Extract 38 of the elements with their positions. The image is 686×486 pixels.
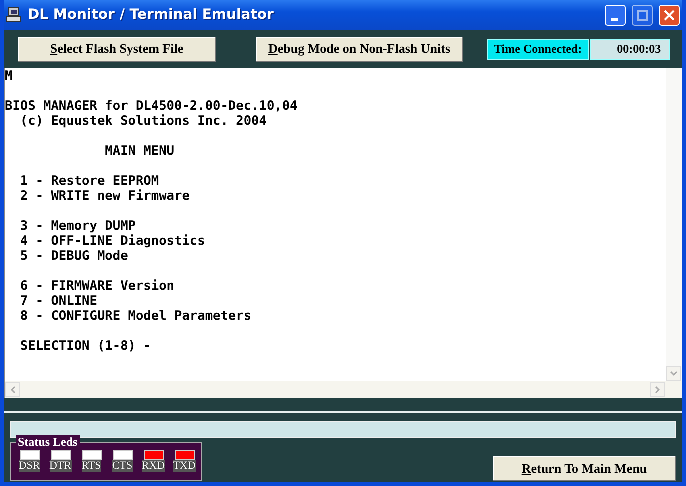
- terminal-line: 6 - FIRMWARE Version: [19, 279, 174, 294]
- led-label: CTS: [112, 460, 133, 472]
- led-label: RTS: [82, 460, 102, 472]
- terminal-line: 8 - CONFIGURE Model Parameters: [19, 309, 252, 324]
- toolbar-button[interactable]: Select Flash System File: [18, 36, 216, 62]
- terminal-line: 7 - ONLINE: [19, 294, 98, 309]
- time-label: Time Connected:: [487, 38, 590, 60]
- terminal-line: MAIN MENU: [104, 144, 174, 159]
- led-label: TXD: [173, 460, 196, 472]
- scroll-right-button[interactable]: [650, 382, 665, 397]
- terminal-line: 1 - Restore EEPROM: [19, 174, 160, 189]
- terminal-line: 5 - DEBUG Mode: [19, 249, 128, 264]
- return-button[interactable]: Return To Main Menu: [493, 456, 676, 481]
- caret-down-icon: [670, 370, 678, 376]
- time-value: 00:00:03: [590, 38, 670, 60]
- terminal-line: BIOS MANAGER for DL4500-2.00-Dec.10,04: [5, 99, 298, 114]
- scroll-down-button[interactable]: [666, 366, 681, 381]
- computer-icon: [6, 7, 22, 23]
- window-title: DL Monitor / Terminal Emulator: [28, 7, 275, 23]
- close-icon: [664, 10, 675, 20]
- terminal-line: (c) Equustek Solutions Inc. 2004: [19, 114, 267, 129]
- caret-left-icon: [10, 386, 16, 394]
- terminal-line: 2 - WRITE new Firmware: [19, 189, 190, 204]
- maximize-icon: [637, 10, 648, 20]
- minimize-button[interactable]: [605, 4, 626, 26]
- terminal-line: 3 - Memory DUMP: [19, 219, 136, 234]
- scroll-left-button[interactable]: [5, 382, 20, 397]
- led-label: RXD: [142, 460, 166, 472]
- terminal-line: 4 - OFF-LINE Diagnostics: [19, 234, 206, 249]
- led-label: DSR: [18, 460, 40, 472]
- close-button[interactable]: [659, 4, 680, 26]
- led-label: DTR: [50, 460, 72, 472]
- caret-right-icon: [654, 386, 660, 394]
- minimize-icon: [611, 18, 618, 20]
- maximize-button[interactable]: [632, 4, 653, 26]
- terminal-line: M: [5, 69, 13, 84]
- toolbar-button[interactable]: Debug Mode on Non-Flash Units: [256, 36, 463, 62]
- terminal-line: SELECTION (1-8) -: [19, 339, 152, 354]
